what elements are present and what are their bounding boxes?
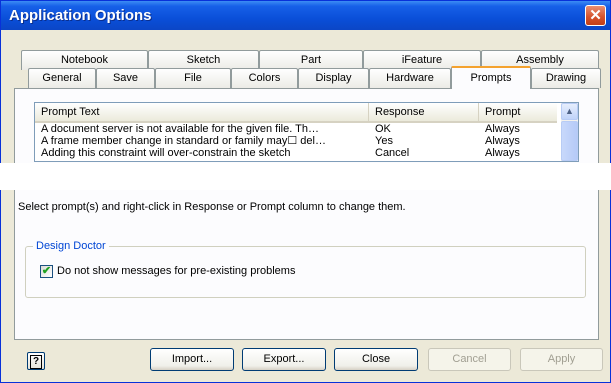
import-button[interactable]: Import... — [150, 348, 234, 371]
column-header-prompt[interactable]: Prompt — [479, 103, 557, 121]
table-row[interactable]: A document server is not available for t… — [35, 123, 557, 135]
tab-label: Drawing — [545, 72, 587, 84]
preexisting-problems-checkbox[interactable]: ✔ — [40, 265, 53, 278]
tab-notebook[interactable]: Notebook — [21, 50, 148, 70]
help-button[interactable]: ? — [27, 352, 45, 370]
prompts-list[interactable]: Prompt Text Response Prompt A document s… — [34, 102, 579, 162]
column-header-prompt-text[interactable]: Prompt Text — [35, 103, 369, 121]
list-header: Prompt Text Response Prompt — [35, 103, 557, 123]
tab-label: File — [184, 72, 202, 84]
close-button[interactable]: Close — [334, 348, 418, 371]
tab-drawing[interactable]: Drawing — [531, 68, 601, 88]
prompt-text-cell: A document server is not available for t… — [41, 123, 319, 135]
tab-label: Notebook — [60, 54, 109, 66]
vertical-scrollbar[interactable]: ▲ — [561, 103, 578, 161]
title-bar[interactable]: Application Options ✕ — [1, 1, 610, 30]
tab-sketch[interactable]: Sketch — [148, 50, 259, 70]
preexisting-problems-label[interactable]: Do not show messages for pre-existing pr… — [57, 265, 295, 277]
cancel-button[interactable]: Cancel — [428, 348, 511, 371]
tab-label: Save — [112, 72, 139, 84]
tab-general[interactable]: General — [28, 68, 96, 88]
close-window-button[interactable]: ✕ — [585, 5, 606, 26]
chevron-up-icon: ▲ — [565, 106, 574, 116]
tab-prompts[interactable]: Prompts — [451, 66, 531, 89]
table-row[interactable]: Adding this constraint will over-constra… — [35, 147, 557, 159]
window-title: Application Options — [9, 7, 152, 24]
tab-label: Display — [315, 72, 352, 84]
prompt-cell[interactable]: Always — [479, 147, 557, 159]
tab-label: Colors — [248, 72, 281, 84]
instruction-text: Select prompt(s) and right-click in Resp… — [18, 201, 406, 213]
export-button[interactable]: Export... — [242, 348, 326, 371]
prompt-cell[interactable]: Always — [479, 123, 557, 135]
tab-label: Hardware — [386, 72, 434, 84]
tab-file[interactable]: File — [155, 68, 231, 88]
prompt-text-cell: A frame member change in standard or fam… — [41, 135, 326, 147]
response-cell[interactable]: OK — [369, 123, 479, 135]
tab-save[interactable]: Save — [96, 68, 155, 88]
help-icon: ? — [30, 355, 42, 369]
screenshot-gap — [0, 163, 611, 190]
tab-display[interactable]: Display — [298, 68, 369, 88]
scroll-up-button[interactable]: ▲ — [561, 103, 578, 120]
apply-button[interactable]: Apply — [520, 348, 603, 371]
checkmark-icon: ✔ — [41, 265, 52, 277]
tab-colors[interactable]: Colors — [231, 68, 298, 88]
tab-label: Sketch — [186, 54, 221, 66]
tab-label: Part — [300, 54, 322, 66]
tab-label: General — [42, 72, 82, 84]
column-header-response[interactable]: Response — [369, 103, 479, 121]
scroll-thumb[interactable] — [561, 121, 578, 161]
table-row[interactable]: A frame member change in standard or fam… — [35, 135, 557, 147]
tab-part[interactable]: Part — [259, 50, 363, 70]
application-options-window: Application Options ✕ Notebook Sketch Pa… — [0, 0, 611, 383]
close-icon: ✕ — [589, 7, 602, 24]
tab-hardware[interactable]: Hardware — [369, 68, 451, 88]
prompts-tab-panel: Prompt Text Response Prompt A document s… — [14, 88, 599, 340]
response-cell[interactable]: Cancel — [369, 147, 479, 159]
tab-label: Prompts — [470, 72, 512, 84]
tab-label: iFeature — [401, 54, 443, 66]
tab-label: Assembly — [516, 54, 564, 66]
prompt-cell[interactable]: Always — [479, 135, 557, 147]
response-cell[interactable]: Yes — [369, 135, 479, 147]
design-doctor-title: Design Doctor — [33, 240, 109, 252]
prompt-text-cell: Adding this constraint will over-constra… — [41, 147, 291, 159]
